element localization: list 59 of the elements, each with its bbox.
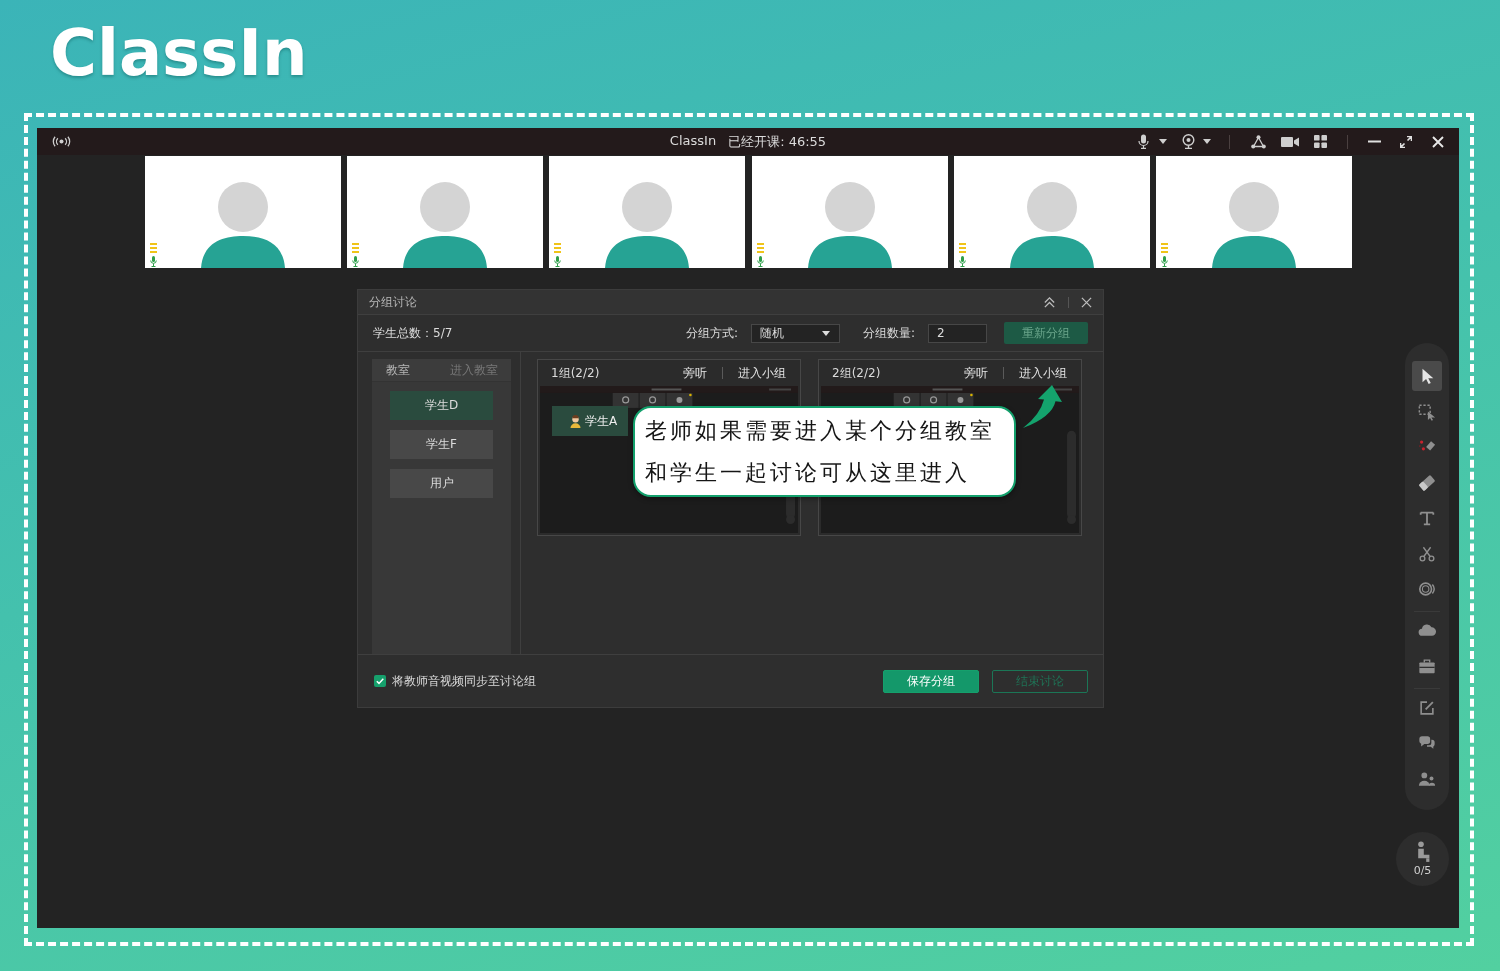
volume-bars-icon — [352, 243, 360, 253]
classin-logo: ClassIn — [50, 18, 308, 89]
toolbox-icon — [1418, 656, 1436, 675]
volume-bars-icon — [958, 243, 966, 253]
close-icon[interactable] — [1081, 296, 1092, 308]
sync-checkbox[interactable] — [374, 675, 386, 687]
video-tile[interactable] — [751, 156, 948, 268]
class-timer: 已经开课: 46:55 — [728, 132, 827, 151]
scissors-icon — [1418, 544, 1436, 563]
caret-icon[interactable] — [1159, 139, 1167, 144]
audit-link[interactable]: 旁听 — [683, 364, 707, 382]
broadcast-icon[interactable] — [52, 136, 71, 147]
resize-icon[interactable] — [1400, 135, 1412, 148]
volume-bars-icon — [756, 243, 764, 253]
seat-counter-button[interactable]: 0/5 — [1396, 832, 1449, 886]
enter-group-link[interactable]: 进入小组 — [738, 364, 786, 382]
video-tile[interactable] — [347, 156, 544, 268]
pointer-tool-button[interactable] — [1412, 361, 1442, 391]
classroom-title: 教室 — [386, 361, 410, 379]
grouping-method-label: 分组方式: — [685, 324, 738, 342]
group-count-label: 分组数量: — [862, 324, 915, 342]
edit-icon — [1418, 698, 1436, 717]
volume-bars-icon — [150, 243, 157, 253]
save-groups-button[interactable]: 保存分组 — [883, 669, 979, 693]
caret-icon — [821, 330, 830, 336]
enter-group-link[interactable]: 进入小组 — [1019, 364, 1067, 382]
video-tile[interactable] — [145, 156, 341, 268]
volume-bars-icon — [1160, 243, 1168, 253]
video-tile[interactable] — [549, 156, 746, 268]
group-title: 1组(2/2) — [551, 364, 600, 382]
student-total: 学生总数：5/7 — [373, 324, 453, 342]
grid-icon[interactable] — [1314, 135, 1327, 148]
ring-icon — [1418, 580, 1436, 598]
minimize-icon[interactable] — [1368, 140, 1381, 143]
text-tool-icon — [1418, 509, 1436, 527]
member-chip[interactable]: 学生A — [552, 406, 628, 436]
triangle-nodes-icon[interactable] — [1251, 134, 1266, 149]
video-tile[interactable] — [1155, 156, 1352, 268]
tip-text: 老师如果需要进入某个分组教室 和学生一起讨论可从这里进入 — [645, 417, 996, 487]
selection-icon — [1418, 402, 1436, 421]
audit-link[interactable]: 旁听 — [964, 364, 988, 382]
grouping-method-dropdown[interactable]: 随机 — [750, 323, 840, 343]
volume-bars-icon — [554, 243, 562, 253]
microphone-icon[interactable] — [1138, 134, 1149, 149]
dialog-title: 分组讨论 — [369, 293, 417, 311]
cloud-icon — [1418, 621, 1436, 639]
webcam-icon[interactable] — [1182, 134, 1195, 149]
group-title: 2组(2/2) — [832, 364, 881, 382]
student-item[interactable]: 学生D — [390, 391, 493, 420]
avatar-icon — [570, 414, 581, 428]
video-camera-icon[interactable] — [1281, 135, 1299, 148]
video-tile[interactable] — [953, 156, 1150, 268]
collapse-icon[interactable] — [1043, 295, 1056, 309]
caret-icon[interactable] — [1203, 139, 1211, 144]
student-item[interactable]: 用户 — [390, 469, 493, 498]
sync-option-label: 将教师音视频同步至讨论组 — [392, 672, 536, 690]
app-name: ClassIn — [669, 132, 717, 150]
student-item[interactable]: 学生F — [390, 430, 493, 459]
group-count-field[interactable]: 2 — [928, 323, 987, 343]
